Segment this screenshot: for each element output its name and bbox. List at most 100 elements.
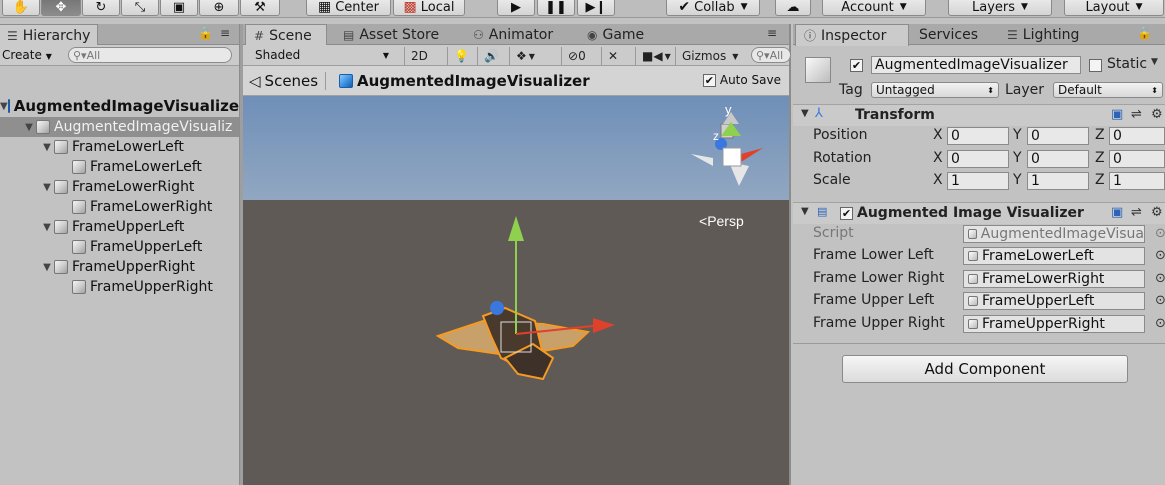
breadcrumb-object[interactable]: AugmentedImageVisualizer — [339, 72, 590, 90]
frame-upper-left-field[interactable]: FrameUpperLeft — [963, 292, 1145, 310]
scale-tool-button[interactable]: ⤡ — [121, 0, 159, 16]
lock-icon[interactable]: 🔒 — [198, 26, 213, 40]
move-tool-button[interactable]: ✥ — [41, 0, 81, 16]
layout-dropdown[interactable]: Layout ▼ — [1064, 0, 1164, 16]
help-icon[interactable]: ▣ — [1111, 107, 1123, 122]
position-z-field[interactable]: 0 — [1109, 127, 1165, 145]
tab-lighting[interactable]: ☰ Lighting — [999, 24, 1087, 45]
fold-arrow-icon[interactable]: ▼ — [40, 142, 54, 153]
rotation-y-field[interactable]: 0 — [1027, 150, 1089, 168]
gizmos-dropdown[interactable]: Gizmos ▼ — [675, 47, 744, 65]
persp-label[interactable]: <Persp — [699, 213, 744, 229]
scene-viewport[interactable]: y z <Persp — [243, 96, 789, 485]
step-button[interactable]: ▶❙ — [577, 0, 615, 16]
tag-dropdown[interactable]: Untagged ⬍ — [871, 82, 999, 98]
toggle-2d-button[interactable]: 2D — [404, 47, 438, 65]
help-icon[interactable]: ▣ — [1111, 205, 1123, 220]
component-header[interactable]: ▼ ▤ ✔ Augmented Image Visualizer ▣ ⇌ ⚙ — [793, 202, 1165, 224]
scale-z-field[interactable]: 1 — [1109, 172, 1165, 190]
transform-header[interactable]: ▼ ⅄ Transform ▣ ⇌ ⚙ — [793, 104, 1165, 126]
rotation-x-field[interactable]: 0 — [947, 150, 1009, 168]
tree-item[interactable]: FrameUpperRight — [0, 277, 239, 297]
tab-inspector[interactable]: ⓘ Inspector — [795, 24, 909, 46]
tab-game[interactable]: ◉ Game — [579, 24, 652, 45]
tab-asset-store[interactable]: ▤ Asset Store — [335, 24, 447, 45]
add-component-button[interactable]: Add Component — [842, 355, 1128, 383]
fold-arrow-icon[interactable]: ▼ — [40, 222, 54, 233]
camera-dropdown[interactable]: ■◀ ▼ — [635, 47, 677, 65]
tab-scene[interactable]: # Scene — [245, 24, 327, 46]
rect-tool-button[interactable]: ▣ — [160, 0, 198, 16]
hierarchy-search-input[interactable]: ⚲▾ All — [68, 47, 232, 63]
pivot-center-button[interactable]: ▦ Center — [306, 0, 391, 16]
scene-search-input[interactable]: ⚲▾ All — [751, 47, 791, 63]
scale-x-field[interactable]: 1 — [947, 172, 1009, 190]
component-enabled-checkbox[interactable]: ✔ — [840, 207, 853, 220]
tree-item[interactable]: FrameLowerRight — [0, 197, 239, 217]
object-name-field[interactable]: AugmentedImageVisualizer — [871, 56, 1081, 74]
tree-item[interactable]: FrameUpperLeft — [0, 237, 239, 257]
play-button[interactable]: ▶ — [497, 0, 535, 16]
breadcrumb-scenes[interactable]: ◁ Scenes — [249, 72, 318, 90]
frame-lower-left-field[interactable]: FrameLowerLeft — [963, 247, 1145, 265]
object-picker-icon[interactable]: ⊙ — [1155, 271, 1165, 286]
fold-arrow-icon[interactable]: ▼ — [40, 262, 54, 273]
object-picker-icon[interactable]: ⊙ — [1155, 248, 1165, 263]
tree-item[interactable]: ▼ FrameUpperLeft — [0, 217, 239, 237]
scene-tools-button[interactable]: ✕ — [601, 47, 624, 65]
tree-item[interactable]: FrameLowerLeft — [0, 157, 239, 177]
tree-item[interactable]: ▼ FrameLowerRight — [0, 177, 239, 197]
object-picker-icon[interactable]: ⊙ — [1155, 293, 1165, 308]
tree-item[interactable]: ▼ FrameUpperRight — [0, 257, 239, 277]
auto-save-toggle[interactable]: ✔ Auto Save — [702, 73, 781, 87]
scene-row[interactable]: ▼ AugmentedImageVisualize — [0, 96, 239, 116]
tab-animator[interactable]: ⚇ Animator — [465, 24, 561, 45]
tab-hierarchy[interactable]: ☰ Hierarchy — [0, 24, 98, 46]
gizmo-center-cube[interactable] — [722, 147, 742, 167]
fold-arrow-icon[interactable]: ▼ — [801, 108, 809, 119]
preset-icon[interactable]: ⇌ — [1131, 205, 1142, 220]
layers-dropdown[interactable]: Layers ▼ — [948, 0, 1052, 16]
chevron-down-icon[interactable]: ▼ — [1151, 57, 1158, 67]
preset-icon[interactable]: ⇌ — [1131, 107, 1142, 122]
auto-save-checkbox[interactable]: ✔ — [702, 73, 716, 87]
audio-toggle[interactable]: 🔊 — [477, 47, 505, 65]
position-x-field[interactable]: 0 — [947, 127, 1009, 145]
fold-arrow-icon[interactable]: ▼ — [40, 182, 54, 193]
frame-upper-right-field[interactable]: FrameUpperRight — [963, 315, 1145, 333]
pause-button[interactable]: ❚❚ — [537, 0, 575, 16]
fold-arrow-icon[interactable]: ▼ — [0, 101, 8, 112]
gizmo-neg-x-cone[interactable] — [691, 154, 713, 166]
object-picker-icon[interactable]: ⊙ — [1155, 316, 1165, 331]
custom-tool-button[interactable]: ⚒ — [240, 0, 280, 16]
tree-item-root[interactable]: ▼ AugmentedImageVisualiz — [0, 117, 239, 137]
collab-dropdown[interactable]: ✔ Collab ▼ — [666, 0, 760, 16]
fold-arrow-icon[interactable]: ▼ — [801, 206, 809, 217]
tab-services[interactable]: Services — [911, 24, 986, 45]
menu-icon[interactable]: ≡ — [220, 26, 230, 40]
create-dropdown[interactable]: Create ▼ — [2, 48, 52, 62]
lock-icon[interactable]: 🔒 — [1137, 26, 1152, 40]
hand-tool-button[interactable]: ✋ — [2, 0, 40, 16]
rotate-tool-button[interactable]: ↻ — [82, 0, 120, 16]
effects-toggle[interactable]: ❖ ▼ — [509, 47, 541, 65]
cloud-button[interactable]: ☁ — [775, 0, 811, 16]
tree-item[interactable]: ▼ FrameLowerLeft — [0, 137, 239, 157]
layer-dropdown[interactable]: Default ⬍ — [1053, 82, 1163, 98]
active-checkbox[interactable]: ✔ — [850, 59, 863, 72]
static-checkbox[interactable] — [1089, 59, 1102, 72]
account-dropdown[interactable]: Account ▼ — [822, 0, 926, 16]
gizmo-x-cone[interactable] — [741, 148, 763, 162]
hidden-objects-toggle[interactable]: ⊘ 0 — [561, 47, 592, 65]
fold-arrow-icon[interactable]: ▼ — [22, 122, 36, 133]
lighting-toggle[interactable]: 💡 — [447, 47, 475, 65]
rotation-z-field[interactable]: 0 — [1109, 150, 1165, 168]
transform-tool-button[interactable]: ⊕ — [199, 0, 239, 16]
position-y-field[interactable]: 0 — [1027, 127, 1089, 145]
pivot-local-button[interactable]: ▩ Local — [393, 0, 465, 16]
z-axis-handle[interactable] — [490, 301, 504, 315]
frame-lower-right-field[interactable]: FrameLowerRight — [963, 270, 1145, 288]
scale-y-field[interactable]: 1 — [1027, 172, 1089, 190]
gear-icon[interactable]: ⚙ — [1151, 107, 1163, 122]
menu-icon[interactable]: ≡ — [767, 26, 777, 40]
